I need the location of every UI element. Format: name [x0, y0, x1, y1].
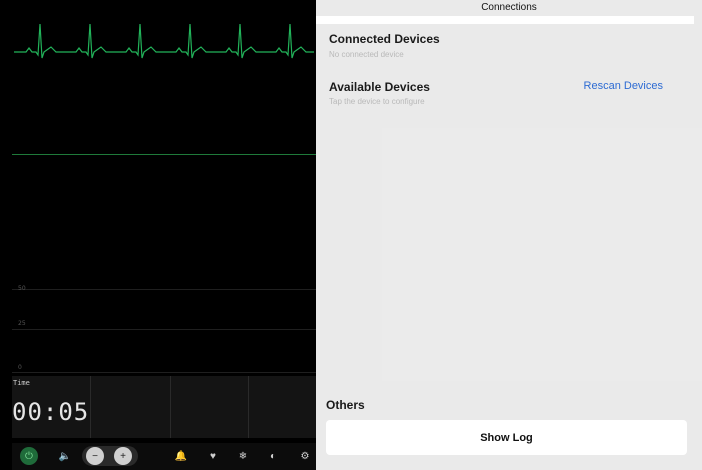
- ecg-waveform: [14, 23, 314, 59]
- show-log-button[interactable]: Show Log: [326, 420, 687, 455]
- elapsed-time: 00:05: [12, 398, 90, 426]
- available-devices-subtitle: Tap the device to configure: [329, 97, 425, 106]
- monitor-toolbar: ⏻ 🔈 − + 🔔 ♥ ❄ ◐ ⚙: [12, 443, 316, 470]
- available-devices-title: Available Devices: [329, 80, 430, 94]
- time-divider: [170, 376, 171, 438]
- grid-line: [12, 329, 316, 330]
- minus-icon[interactable]: −: [86, 447, 104, 465]
- waveform-divider: [12, 154, 316, 155]
- power-icon[interactable]: ⏻: [20, 447, 38, 465]
- bell-icon[interactable]: 🔔: [172, 447, 190, 465]
- speaker-icon[interactable]: 🔈: [56, 447, 74, 465]
- gear-icon[interactable]: ⚙: [296, 447, 314, 465]
- connected-devices-title: Connected Devices: [329, 32, 440, 46]
- time-divider: [90, 376, 91, 438]
- connected-devices-subtitle: No connected device: [329, 50, 404, 59]
- grid-line: [12, 372, 316, 373]
- scale-label-50: 50: [18, 285, 26, 292]
- heart-icon[interactable]: ♥: [204, 447, 222, 465]
- grid-line: [12, 289, 316, 290]
- connections-panel: Connections Connected Devices No connect…: [316, 0, 702, 470]
- contrast-icon[interactable]: ◐: [264, 447, 282, 465]
- scale-label-0: 0: [18, 364, 22, 371]
- plus-icon[interactable]: +: [114, 447, 132, 465]
- title-bar: [316, 16, 694, 24]
- rescan-devices-button[interactable]: Rescan Devices: [584, 80, 663, 92]
- scale-label-25: 25: [18, 320, 26, 327]
- snowflake-icon[interactable]: ❄: [234, 447, 252, 465]
- time-title: Time: [13, 379, 30, 387]
- others-title: Others: [326, 398, 365, 412]
- time-divider: [248, 376, 249, 438]
- time-panel: Time 00:05: [12, 376, 316, 438]
- panel-title: Connections: [481, 2, 537, 13]
